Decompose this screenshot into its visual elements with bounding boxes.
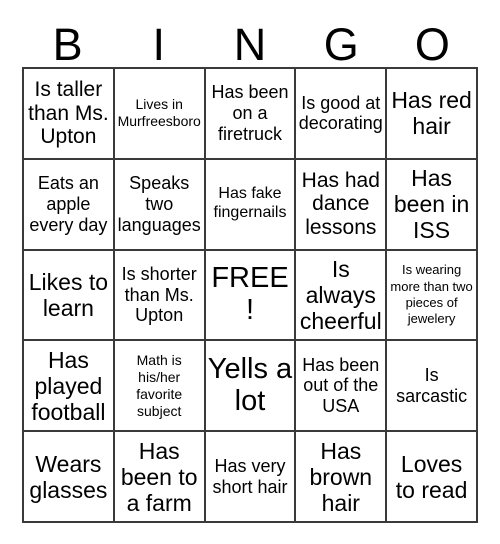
bingo-cell-label: Is good at decorating xyxy=(298,92,383,134)
bingo-header-letter-i: I xyxy=(152,19,166,70)
bingo-cell[interactable]: Has red hair xyxy=(387,69,478,160)
bingo-cell-label: Has had dance lessons xyxy=(301,168,380,240)
bingo-cell[interactable]: Has fake fingernails xyxy=(205,159,297,251)
bingo-cell[interactable]: Is sarcastic xyxy=(387,341,478,433)
bingo-header: B I N G O xyxy=(22,14,478,67)
bingo-header-letter-n: N xyxy=(233,19,267,70)
bingo-cell[interactable]: Is shorter than Ms. Upton xyxy=(114,250,206,342)
bingo-cell-label: FREE! xyxy=(211,262,289,326)
bingo-cell-label: Loves to read xyxy=(395,450,468,503)
bingo-header-letter-o: O xyxy=(414,19,450,70)
bingo-cell[interactable]: Lives in Murfreesboro xyxy=(114,69,206,160)
bingo-cell-label: Lives in Murfreesboro xyxy=(117,96,201,130)
bingo-cell[interactable]: Is good at decorating xyxy=(296,69,388,160)
bingo-cell[interactable]: Has had dance lessons xyxy=(296,159,388,251)
bingo-cell-label: Is sarcastic xyxy=(396,365,468,406)
bingo-cell-label: Speaks two languages xyxy=(117,173,201,235)
bingo-cell[interactable]: Is always cheerful xyxy=(296,250,388,342)
bingo-cell[interactable]: Likes to learn xyxy=(24,250,115,342)
bingo-grid: Is taller than Ms. Upton Lives in Murfree… xyxy=(22,67,478,523)
bingo-cell-label: Has brown hair xyxy=(309,437,373,516)
bingo-cell-label: Has been to a farm xyxy=(120,437,198,516)
bingo-cell-label: Likes to learn xyxy=(28,269,109,321)
bingo-cell-label: Is taller than Ms. Upton xyxy=(28,77,109,149)
bingo-cell[interactable]: Has very short hair xyxy=(205,432,297,523)
bingo-cell-label: Has fake fingernails xyxy=(213,185,287,222)
bingo-cell[interactable]: Eats an apple every day xyxy=(24,159,115,251)
bingo-cell[interactable]: Is wearing more than two pieces of jewel… xyxy=(387,250,478,342)
bingo-cell[interactable]: Wears glasses xyxy=(24,432,115,523)
bingo-cell-label: Is shorter than Ms. Upton xyxy=(121,263,197,326)
bingo-header-letter-b: B xyxy=(52,19,83,70)
bingo-cell[interactable]: Has been in ISS xyxy=(387,159,478,251)
bingo-cell-label: Wears glasses xyxy=(29,450,108,503)
bingo-cell-label: Has very short hair xyxy=(212,455,288,497)
bingo-cell[interactable]: Has been out of the USA xyxy=(296,341,388,433)
bingo-cell-label: Is always cheerful xyxy=(299,256,382,334)
bingo-cell[interactable]: Math is his/her favorite subject xyxy=(114,341,206,433)
bingo-cell-label: Has been on a firetruck xyxy=(211,82,289,144)
bingo-cell[interactable]: Speaks two languages xyxy=(114,159,206,251)
bingo-cell-label: Has played football xyxy=(31,346,106,425)
bingo-cell-label: Eats an apple every day xyxy=(29,173,108,235)
bingo-cell[interactable]: Yells a lot xyxy=(205,341,297,433)
bingo-cell-label: Has been out of the USA xyxy=(302,354,380,417)
bingo-header-letter-g: G xyxy=(323,19,359,70)
bingo-cell[interactable]: Loves to read xyxy=(387,432,478,523)
bingo-cell[interactable]: Has played football xyxy=(24,341,115,433)
bingo-card: B I N G O Is taller than Ms. Upton Lives … xyxy=(0,0,500,544)
bingo-free-space[interactable]: FREE! xyxy=(205,250,297,342)
bingo-cell[interactable]: Has been on a firetruck xyxy=(205,69,297,160)
bingo-cell[interactable]: Is taller than Ms. Upton xyxy=(24,69,115,160)
bingo-cell[interactable]: Has brown hair xyxy=(296,432,388,523)
bingo-cell-label: Is wearing more than two pieces of jewel… xyxy=(390,262,473,327)
bingo-cell-label: Has been in ISS xyxy=(393,165,470,244)
bingo-cell[interactable]: Has been to a farm xyxy=(114,432,206,523)
bingo-cell-label: Math is his/her favorite subject xyxy=(136,351,183,419)
bingo-cell-label: Yells a lot xyxy=(207,352,293,417)
bingo-cell-label: Has red hair xyxy=(391,87,472,140)
